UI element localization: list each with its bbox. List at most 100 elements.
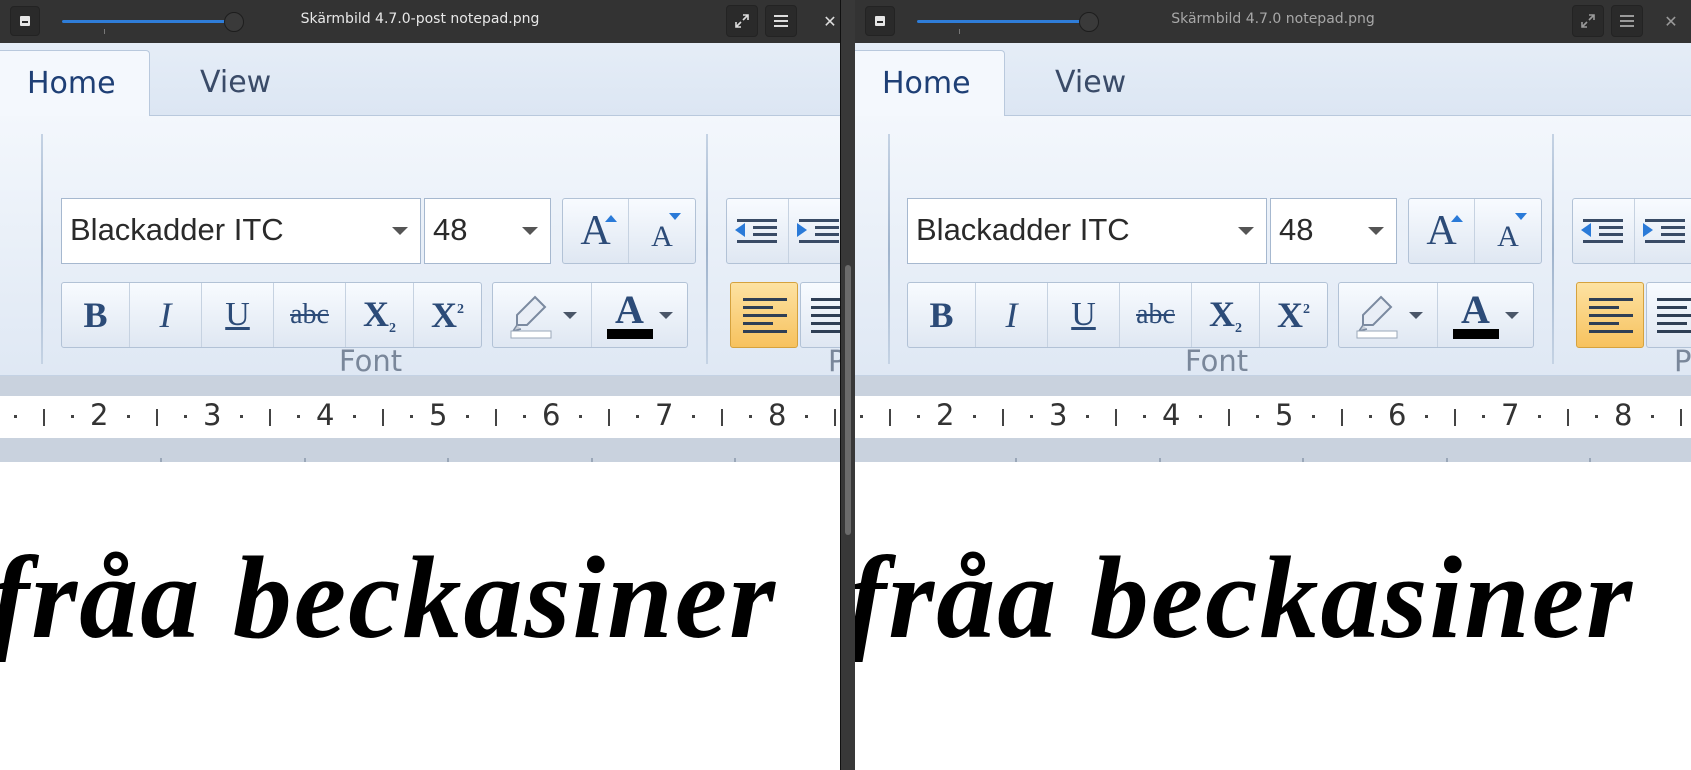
ruler-number: 5: [1275, 398, 1294, 432]
group-separator: [888, 134, 890, 364]
right-screenshot: Home View Blackadder ITC 48 A A B I U ab…: [855, 43, 1691, 770]
highlighter-icon: [1356, 295, 1398, 339]
document-area[interactable]: fråa beckasiner: [855, 462, 1691, 770]
arrow-down-icon: [669, 213, 681, 220]
ruler: 2 3 4 5 6 7 8: [0, 396, 840, 438]
shrink-font-button[interactable]: A: [629, 199, 695, 263]
ruler-number: 6: [1388, 398, 1407, 432]
ruler-dot: [692, 415, 696, 418]
ruler-tick: [1227, 409, 1230, 426]
ruler-dot: [522, 415, 526, 418]
left-fullscreen-button[interactable]: [726, 5, 758, 37]
ruler-tick: [381, 409, 384, 426]
tab-view[interactable]: View: [1055, 50, 1126, 117]
ruler-dot: [183, 415, 187, 418]
font-color-button[interactable]: A: [592, 283, 687, 347]
decrease-indent-button[interactable]: [1573, 199, 1635, 263]
align-left-button[interactable]: [730, 282, 798, 348]
italic-button[interactable]: I: [976, 283, 1048, 347]
align-center-button[interactable]: [800, 282, 840, 348]
right-titlebar: Skärmbild 4.7.0 notepad.png ✕: [855, 0, 1691, 43]
ruler-dot: [748, 415, 752, 418]
font-color-button[interactable]: A: [1438, 283, 1533, 347]
document-area[interactable]: fråa beckasiner: [0, 462, 840, 770]
bold-icon: B: [83, 295, 108, 335]
align-left-button[interactable]: [1576, 282, 1644, 348]
bold-button[interactable]: B: [908, 283, 976, 347]
arrow-down-icon: [1515, 213, 1527, 220]
left-close-button[interactable]: ✕: [814, 5, 840, 37]
strikethrough-button[interactable]: abc: [1120, 283, 1192, 347]
underline-button[interactable]: U: [202, 283, 274, 347]
underline-button[interactable]: U: [1048, 283, 1120, 347]
ribbon-body: Blackadder ITC 48 A A B I U abc X2 X2 A …: [855, 116, 1691, 378]
chevron-down-icon[interactable]: [392, 227, 408, 235]
chevron-down-icon[interactable]: [563, 311, 577, 319]
tab-home[interactable]: Home: [855, 50, 1005, 117]
scrollbar-thumb[interactable]: [845, 265, 851, 535]
ruler-number: 8: [768, 398, 787, 432]
right-close-button[interactable]: ✕: [1655, 5, 1687, 37]
strikethrough-button[interactable]: abc: [274, 283, 346, 347]
ruler-gap: [855, 376, 1691, 396]
chevron-down-icon[interactable]: [1238, 227, 1254, 235]
italic-button[interactable]: I: [130, 283, 202, 347]
chevron-down-icon[interactable]: [658, 311, 673, 319]
chevron-down-icon[interactable]: [1504, 311, 1519, 319]
superscript-icon: X2: [431, 295, 464, 335]
font-style-group: B I U abc X2 X2: [61, 282, 482, 348]
group-separator: [41, 134, 43, 364]
highlight-color-button[interactable]: [493, 283, 592, 347]
ruler-underlay: [855, 438, 1691, 462]
ruler-dot: [353, 415, 357, 418]
ruler-dot: [240, 415, 244, 418]
strikethrough-icon: abc: [1136, 299, 1175, 330]
ruler-tick: [1679, 409, 1682, 426]
ruler-tick: [1114, 409, 1117, 426]
chevron-down-icon[interactable]: [1368, 227, 1384, 235]
tab-view[interactable]: View: [200, 50, 271, 117]
align-center-button[interactable]: [1646, 282, 1691, 348]
font-name-combo[interactable]: Blackadder ITC: [907, 198, 1267, 264]
left-window-title: Skärmbild 4.7.0-post notepad.png: [300, 11, 540, 27]
highlight-color-button[interactable]: [1339, 283, 1438, 347]
underline-icon: U: [225, 296, 250, 333]
hamburger-icon: [774, 15, 788, 27]
increase-indent-button[interactable]: [789, 199, 840, 263]
tab-home[interactable]: Home: [0, 50, 150, 117]
subscript-button[interactable]: X2: [1192, 283, 1260, 347]
viewer-divider[interactable]: [841, 0, 855, 770]
superscript-button[interactable]: X2: [414, 283, 481, 347]
paragraph-group-label: P: [828, 344, 840, 378]
right-image-viewer: Skärmbild 4.7.0 notepad.png ✕ Home View …: [855, 0, 1691, 770]
decrease-indent-button[interactable]: [727, 199, 789, 263]
font-size-combo[interactable]: 48: [1270, 198, 1397, 264]
right-fullscreen-button[interactable]: [1572, 5, 1604, 37]
ruler-number: 8: [1614, 398, 1633, 432]
font-name-combo[interactable]: Blackadder ITC: [61, 198, 421, 264]
chevron-down-icon[interactable]: [522, 227, 538, 235]
font-color-swatch: [606, 329, 653, 339]
ruler-dot: [1142, 415, 1146, 418]
ruler-dot: [1255, 415, 1259, 418]
subscript-button[interactable]: X2: [346, 283, 414, 347]
shrink-font-button[interactable]: A: [1475, 199, 1541, 263]
chevron-down-icon[interactable]: [1409, 311, 1423, 319]
grow-font-button[interactable]: A: [563, 199, 629, 263]
grow-font-button[interactable]: A: [1409, 199, 1475, 263]
expand-icon: [735, 14, 749, 28]
font-size-combo[interactable]: 48: [424, 198, 551, 264]
ruler: 2 3 4 5 6 7 8: [855, 396, 1691, 438]
ruler-dot: [1368, 415, 1372, 418]
ruler-tick: [42, 409, 45, 426]
arrow-left-icon: [735, 223, 745, 237]
left-menu-button[interactable]: [765, 5, 797, 37]
superscript-button[interactable]: X2: [1260, 283, 1327, 347]
ruler-number: 3: [1049, 398, 1068, 432]
ruler-number: 4: [1162, 398, 1181, 432]
right-menu-button[interactable]: [1611, 5, 1643, 37]
increase-indent-button[interactable]: [1635, 199, 1691, 263]
ruler-tick: [155, 409, 158, 426]
left-titlebar: Skärmbild 4.7.0-post notepad.png ✕: [0, 0, 840, 43]
bold-button[interactable]: B: [62, 283, 130, 347]
